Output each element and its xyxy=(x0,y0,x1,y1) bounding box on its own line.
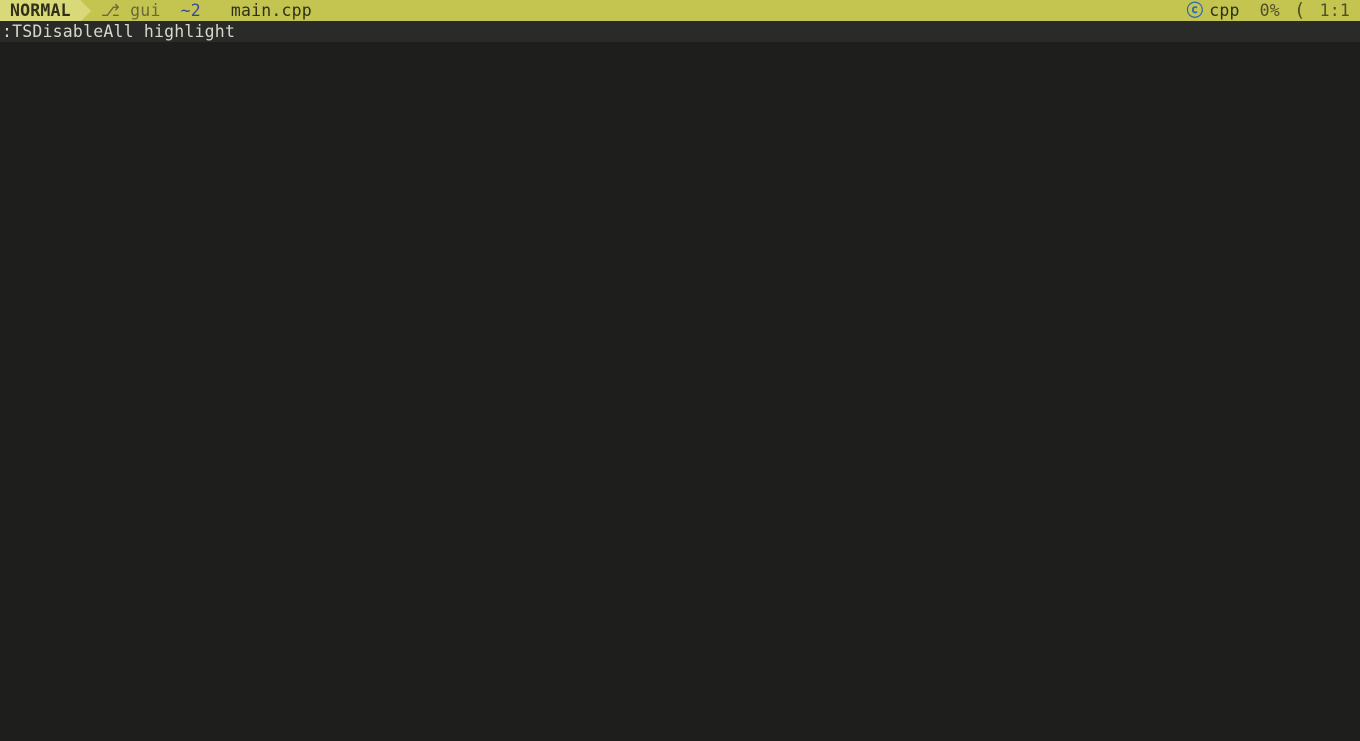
separator-icon xyxy=(211,1,221,21)
cursor-position: 1:1 xyxy=(1310,0,1360,21)
separator-curve-icon: ( xyxy=(1290,0,1310,21)
empty-area xyxy=(0,42,1360,741)
filename: main.cpp xyxy=(221,0,322,21)
separator-icon xyxy=(81,1,91,21)
filetype-icon: ⓒ xyxy=(1187,0,1204,21)
filetype-label: cpp xyxy=(1209,0,1239,21)
git-branch: ⎇ gui xyxy=(91,0,171,21)
mode-indicator: NORMAL xyxy=(0,0,81,21)
scroll-percent: 0% xyxy=(1250,0,1290,21)
filetype: ⓒcpp xyxy=(1177,0,1250,21)
branch-name: gui xyxy=(130,0,160,21)
git-mods: ~2 xyxy=(171,0,211,21)
command-line[interactable]: :TSDisableAll highlight xyxy=(0,21,1360,42)
editor-root: 1#include <iostream>↵1#include <fstream>… xyxy=(0,0,1360,741)
statusline: NORMAL ⎇ gui ~2 main.cpp ⓒcpp 0% ( 1:1 xyxy=(0,0,1360,21)
branch-icon: ⎇ xyxy=(101,0,120,21)
